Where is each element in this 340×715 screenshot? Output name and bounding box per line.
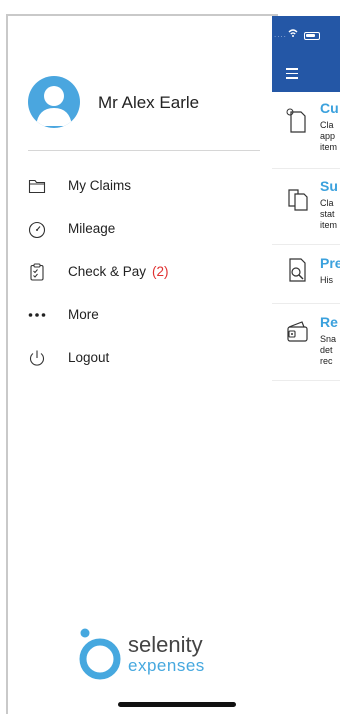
side-drawer: Mr Alex Earle My Claims Mileage Check & … xyxy=(0,0,278,715)
menu-item-label: My Claims xyxy=(68,178,131,193)
drawer-border-top xyxy=(6,14,278,16)
wifi-icon xyxy=(288,29,298,37)
main-item-title: Cu xyxy=(320,100,339,116)
status-signal-dots: .... xyxy=(274,30,287,39)
main-item-desc: Cla stat item xyxy=(320,198,338,230)
logo-text-expenses: expenses xyxy=(128,656,205,675)
divider xyxy=(28,150,260,151)
selenity-logo-mark xyxy=(79,628,121,680)
hamburger-menu-icon[interactable] xyxy=(286,68,298,82)
logo-text-selenity: selenity xyxy=(128,632,203,657)
avatar[interactable] xyxy=(28,76,80,128)
drawer-border xyxy=(6,14,8,714)
main-item-receipts[interactable]: Re Sna det rec xyxy=(272,314,340,381)
main-item-desc: Sna det rec xyxy=(320,334,337,366)
pending-count-badge: (2) xyxy=(152,264,169,279)
search-document-icon xyxy=(289,258,306,282)
document-icon xyxy=(286,108,306,133)
battery-icon xyxy=(304,32,320,40)
wallet-icon xyxy=(287,321,308,342)
main-item-submitted[interactable]: Su Cla stat item xyxy=(272,178,340,245)
power-icon xyxy=(29,350,45,366)
user-avatar-icon xyxy=(36,86,72,126)
menu-item-label: More xyxy=(68,307,99,322)
home-indicator[interactable] xyxy=(118,702,236,707)
main-item-title: Re xyxy=(320,314,338,330)
menu-item-check-pay[interactable]: Check & Pay (2) xyxy=(28,260,248,286)
more-dots-icon xyxy=(28,313,46,317)
main-item-previous[interactable]: Pre His xyxy=(272,255,340,304)
speedometer-icon xyxy=(28,221,46,238)
menu-item-mileage[interactable]: Mileage xyxy=(28,217,248,243)
clipboard-check-icon xyxy=(30,263,44,281)
menu-item-label: Check & Pay (2) xyxy=(68,264,169,279)
main-item-current[interactable]: Cu Cla app item xyxy=(272,100,340,169)
menu-item-more[interactable]: More xyxy=(28,303,248,329)
documents-icon xyxy=(288,189,308,211)
menu-item-logout[interactable]: Logout xyxy=(28,346,248,372)
menu-item-my-claims[interactable]: My Claims xyxy=(28,174,248,200)
main-item-title: Pre xyxy=(320,255,340,271)
selenity-expenses-logo: selenity expenses xyxy=(76,626,226,682)
main-item-desc: His xyxy=(320,275,333,285)
main-item-desc: Cla app item xyxy=(320,120,338,152)
menu-item-label: Mileage xyxy=(68,221,116,236)
main-screen: .... Cu Cla app item Su Cla stat item Pr… xyxy=(272,0,340,715)
menu-item-label-text: Check & Pay xyxy=(68,264,147,279)
folder-icon xyxy=(28,179,46,194)
menu-item-label: Logout xyxy=(68,350,110,365)
main-item-title: Su xyxy=(320,178,338,194)
user-name: Mr Alex Earle xyxy=(98,93,200,112)
main-header xyxy=(272,16,340,92)
